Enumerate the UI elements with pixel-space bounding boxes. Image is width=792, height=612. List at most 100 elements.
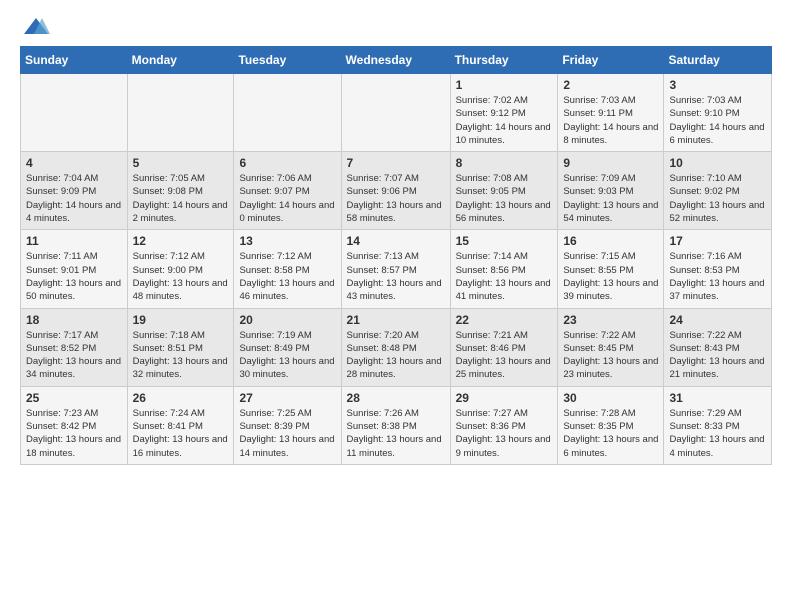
day-number: 21 [347,313,445,327]
calendar-cell: 3 Sunrise: 7:03 AM Sunset: 9:10 PM Daylig… [664,74,772,152]
calendar-week-row: 1 Sunrise: 7:02 AM Sunset: 9:12 PM Daylig… [21,74,772,152]
calendar-cell: 26 Sunrise: 7:24 AM Sunset: 8:41 PM Dayli… [127,386,234,464]
column-header-monday: Monday [127,47,234,74]
day-number: 20 [239,313,335,327]
calendar-header-row: SundayMondayTuesdayWednesdayThursdayFrid… [21,47,772,74]
day-number: 27 [239,391,335,405]
calendar-cell: 5 Sunrise: 7:05 AM Sunset: 9:08 PM Daylig… [127,152,234,230]
logo-icon [22,16,50,38]
calendar-cell: 12 Sunrise: 7:12 AM Sunset: 9:00 PM Dayli… [127,230,234,308]
day-info: Sunrise: 7:16 AM Sunset: 8:53 PM Dayligh… [669,250,766,303]
day-number: 15 [456,234,553,248]
day-info: Sunrise: 7:25 AM Sunset: 8:39 PM Dayligh… [239,407,335,460]
column-header-thursday: Thursday [450,47,558,74]
day-info: Sunrise: 7:03 AM Sunset: 9:10 PM Dayligh… [669,94,766,147]
calendar-cell: 23 Sunrise: 7:22 AM Sunset: 8:45 PM Dayli… [558,308,664,386]
calendar-cell: 30Sunrise: 7:28 AM Sunset: 8:35 PM Dayli… [558,386,664,464]
day-info: Sunrise: 7:07 AM Sunset: 9:06 PM Dayligh… [347,172,445,225]
calendar-week-row: 18 Sunrise: 7:17 AM Sunset: 8:52 PM Dayli… [21,308,772,386]
day-info: Sunrise: 7:29 AM Sunset: 8:33 PM Dayligh… [669,407,766,460]
calendar-cell: 15 Sunrise: 7:14 AM Sunset: 8:56 PM Dayli… [450,230,558,308]
day-number: 11 [26,234,122,248]
day-info: Sunrise: 7:13 AM Sunset: 8:57 PM Dayligh… [347,250,445,303]
day-info: Sunrise: 7:19 AM Sunset: 8:49 PM Dayligh… [239,329,335,382]
day-number: 9 [563,156,658,170]
day-info: Sunrise: 7:14 AM Sunset: 8:56 PM Dayligh… [456,250,553,303]
day-info: Sunrise: 7:27 AM Sunset: 8:36 PM Dayligh… [456,407,553,460]
calendar-cell [21,74,128,152]
day-number: 14 [347,234,445,248]
calendar-cell: 13Sunrise: 7:12 AM Sunset: 8:58 PM Dayli… [234,230,341,308]
column-header-friday: Friday [558,47,664,74]
calendar-cell [341,74,450,152]
day-info: Sunrise: 7:11 AM Sunset: 9:01 PM Dayligh… [26,250,122,303]
day-number: 22 [456,313,553,327]
calendar-cell: 16 Sunrise: 7:15 AM Sunset: 8:55 PM Dayli… [558,230,664,308]
day-number: 17 [669,234,766,248]
day-info: Sunrise: 7:28 AM Sunset: 8:35 PM Dayligh… [563,407,658,460]
calendar-cell: 7 Sunrise: 7:07 AM Sunset: 9:06 PM Daylig… [341,152,450,230]
day-info: Sunrise: 7:05 AM Sunset: 9:08 PM Dayligh… [133,172,229,225]
day-info: Sunrise: 7:10 AM Sunset: 9:02 PM Dayligh… [669,172,766,225]
day-info: Sunrise: 7:03 AM Sunset: 9:11 PM Dayligh… [563,94,658,147]
day-number: 3 [669,78,766,92]
day-info: Sunrise: 7:12 AM Sunset: 8:58 PM Dayligh… [239,250,335,303]
calendar-cell: 2Sunrise: 7:03 AM Sunset: 9:11 PM Daylig… [558,74,664,152]
calendar-cell: 22Sunrise: 7:21 AM Sunset: 8:46 PM Dayli… [450,308,558,386]
day-info: Sunrise: 7:22 AM Sunset: 8:45 PM Dayligh… [563,329,658,382]
day-number: 23 [563,313,658,327]
calendar-cell: 4 Sunrise: 7:04 AM Sunset: 9:09 PM Daylig… [21,152,128,230]
calendar-cell: 11 Sunrise: 7:11 AM Sunset: 9:01 PM Dayli… [21,230,128,308]
calendar-cell [127,74,234,152]
day-number: 10 [669,156,766,170]
day-info: Sunrise: 7:23 AM Sunset: 8:42 PM Dayligh… [26,407,122,460]
day-info: Sunrise: 7:17 AM Sunset: 8:52 PM Dayligh… [26,329,122,382]
day-info: Sunrise: 7:06 AM Sunset: 9:07 PM Dayligh… [239,172,335,225]
calendar-cell: 6 Sunrise: 7:06 AM Sunset: 9:07 PM Daylig… [234,152,341,230]
day-info: Sunrise: 7:24 AM Sunset: 8:41 PM Dayligh… [133,407,229,460]
calendar-cell: 27 Sunrise: 7:25 AM Sunset: 8:39 PM Dayli… [234,386,341,464]
calendar-week-row: 25 Sunrise: 7:23 AM Sunset: 8:42 PM Dayli… [21,386,772,464]
day-number: 31 [669,391,766,405]
day-number: 12 [133,234,229,248]
calendar-cell: 19 Sunrise: 7:18 AM Sunset: 8:51 PM Dayli… [127,308,234,386]
day-number: 19 [133,313,229,327]
day-info: Sunrise: 7:02 AM Sunset: 9:12 PM Dayligh… [456,94,553,147]
day-info: Sunrise: 7:18 AM Sunset: 8:51 PM Dayligh… [133,329,229,382]
column-header-wednesday: Wednesday [341,47,450,74]
calendar-cell: 20 Sunrise: 7:19 AM Sunset: 8:49 PM Dayli… [234,308,341,386]
day-number: 6 [239,156,335,170]
day-number: 1 [456,78,553,92]
day-number: 25 [26,391,122,405]
day-info: Sunrise: 7:12 AM Sunset: 9:00 PM Dayligh… [133,250,229,303]
calendar-cell: 17 Sunrise: 7:16 AM Sunset: 8:53 PM Dayli… [664,230,772,308]
day-number: 29 [456,391,553,405]
calendar-table: SundayMondayTuesdayWednesdayThursdayFrid… [20,46,772,465]
calendar-cell [234,74,341,152]
calendar-cell: 1 Sunrise: 7:02 AM Sunset: 9:12 PM Daylig… [450,74,558,152]
day-number: 26 [133,391,229,405]
day-number: 4 [26,156,122,170]
day-info: Sunrise: 7:26 AM Sunset: 8:38 PM Dayligh… [347,407,445,460]
column-header-saturday: Saturday [664,47,772,74]
calendar-cell: 29 Sunrise: 7:27 AM Sunset: 8:36 PM Dayli… [450,386,558,464]
calendar-cell: 18 Sunrise: 7:17 AM Sunset: 8:52 PM Dayli… [21,308,128,386]
calendar-week-row: 11 Sunrise: 7:11 AM Sunset: 9:01 PM Dayli… [21,230,772,308]
day-info: Sunrise: 7:08 AM Sunset: 9:05 PM Dayligh… [456,172,553,225]
day-number: 7 [347,156,445,170]
day-number: 18 [26,313,122,327]
day-number: 16 [563,234,658,248]
calendar-cell: 8 Sunrise: 7:08 AM Sunset: 9:05 PM Daylig… [450,152,558,230]
day-info: Sunrise: 7:22 AM Sunset: 8:43 PM Dayligh… [669,329,766,382]
calendar-cell: 14 Sunrise: 7:13 AM Sunset: 8:57 PM Dayli… [341,230,450,308]
day-number: 8 [456,156,553,170]
day-info: Sunrise: 7:04 AM Sunset: 9:09 PM Dayligh… [26,172,122,225]
calendar-cell: 28 Sunrise: 7:26 AM Sunset: 8:38 PM Dayli… [341,386,450,464]
day-info: Sunrise: 7:20 AM Sunset: 8:48 PM Dayligh… [347,329,445,382]
calendar-cell: 21 Sunrise: 7:20 AM Sunset: 8:48 PM Dayli… [341,308,450,386]
day-number: 5 [133,156,229,170]
calendar-cell: 24 Sunrise: 7:22 AM Sunset: 8:43 PM Dayli… [664,308,772,386]
day-number: 28 [347,391,445,405]
day-info: Sunrise: 7:15 AM Sunset: 8:55 PM Dayligh… [563,250,658,303]
day-number: 24 [669,313,766,327]
